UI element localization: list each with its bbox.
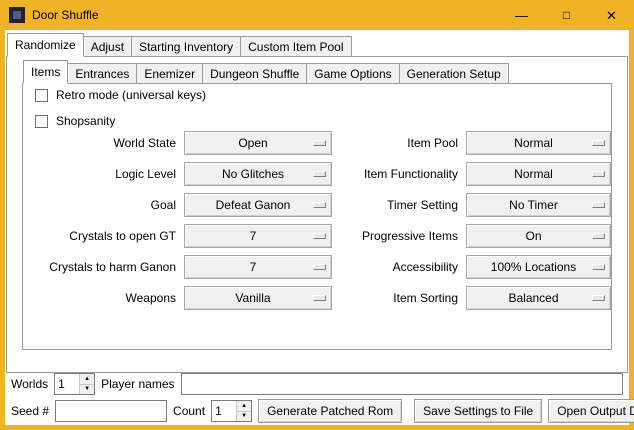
worlds-spin-arrows: ▲ ▼ [79, 374, 94, 394]
tab-game-options[interactable]: Game Options [306, 63, 399, 84]
count-spinner: ▲ ▼ [211, 400, 252, 422]
dropdown-indicator-icon [313, 295, 326, 301]
dropdown-indicator-icon [313, 233, 326, 239]
seed-row: Seed # Count ▲ ▼ Generate Patched Rom Sa… [11, 399, 623, 423]
item-functionality-label: Item Functionality [337, 167, 461, 181]
open-output-directory-button[interactable]: Open Output Directory [548, 399, 634, 423]
accessibility-dropdown[interactable]: 100% Locations [466, 255, 611, 279]
worlds-label: Worlds [11, 377, 48, 391]
worlds-row: Worlds ▲ ▼ Player names [11, 372, 623, 396]
dropdown-indicator-icon [592, 295, 605, 301]
tab-starting-inventory[interactable]: Starting Inventory [131, 36, 241, 57]
item-functionality-value: Normal [467, 167, 610, 181]
tab-enemizer[interactable]: Enemizer [136, 63, 203, 84]
progressive-items-value: On [467, 229, 610, 243]
shopsanity-label: Shopsanity [56, 114, 115, 128]
spin-down-icon[interactable]: ▼ [237, 412, 251, 422]
tab-adjust[interactable]: Adjust [83, 36, 132, 57]
tab-items[interactable]: Items [23, 60, 68, 84]
tab-custom-item-pool[interactable]: Custom Item Pool [240, 36, 351, 57]
goal-dropdown[interactable]: Defeat Ganon [184, 193, 332, 217]
crystals-ganon-label: Crystals to harm Ganon [27, 260, 179, 274]
shopsanity-row: Shopsanity [35, 114, 115, 128]
crystals-gt-value: 7 [185, 229, 331, 243]
count-input[interactable] [212, 401, 236, 421]
world-state-label: World State [27, 136, 179, 150]
seed-input[interactable] [55, 400, 167, 422]
item-pool-label: Item Pool [337, 136, 461, 150]
item-functionality-dropdown[interactable]: Normal [466, 162, 611, 186]
player-names-input[interactable] [181, 373, 624, 395]
retro-mode-row: Retro mode (universal keys) [35, 88, 206, 102]
progressive-items-label: Progressive Items [337, 229, 461, 243]
app-window: Door Shuffle — □ ✕ Randomize Adjust Star… [0, 0, 634, 430]
item-sorting-label: Item Sorting [337, 291, 461, 305]
seed-label: Seed # [11, 404, 49, 418]
sub-tabbar: Items Entrances Enemizer Dungeon Shuffle… [23, 60, 509, 84]
tab-randomize[interactable]: Randomize [7, 33, 84, 57]
spin-down-icon[interactable]: ▼ [80, 385, 94, 395]
dropdown-indicator-icon [592, 264, 605, 270]
dropdown-indicator-icon [313, 264, 326, 270]
generate-patched-rom-button[interactable]: Generate Patched Rom [258, 399, 402, 423]
retro-mode-label: Retro mode (universal keys) [56, 88, 206, 102]
client-area: Randomize Adjust Starting Inventory Cust… [5, 30, 629, 425]
title-bar[interactable]: Door Shuffle — □ ✕ [0, 0, 634, 30]
count-label: Count [173, 404, 205, 418]
weapons-dropdown[interactable]: Vanilla [184, 286, 332, 310]
timer-setting-dropdown[interactable]: No Timer [466, 193, 611, 217]
shopsanity-checkbox[interactable] [35, 115, 48, 128]
window-title: Door Shuffle [32, 8, 99, 22]
options-grid: World State Open Item Pool Normal Logic … [27, 127, 611, 313]
weapons-value: Vanilla [185, 291, 331, 305]
dropdown-indicator-icon [592, 202, 605, 208]
timer-setting-label: Timer Setting [337, 198, 461, 212]
save-settings-button[interactable]: Save Settings to File [414, 399, 542, 423]
spin-up-icon[interactable]: ▲ [237, 401, 251, 412]
crystals-gt-label: Crystals to open GT [27, 229, 179, 243]
accessibility-label: Accessibility [337, 260, 461, 274]
logic-level-dropdown[interactable]: No Glitches [184, 162, 332, 186]
accessibility-value: 100% Locations [467, 260, 610, 274]
dropdown-indicator-icon [313, 140, 326, 146]
dropdown-indicator-icon [313, 202, 326, 208]
logic-level-label: Logic Level [27, 167, 179, 181]
retro-mode-checkbox[interactable] [35, 89, 48, 102]
worlds-spinner: ▲ ▼ [54, 373, 95, 395]
world-state-value: Open [185, 136, 331, 150]
close-icon: ✕ [606, 9, 617, 22]
crystals-ganon-dropdown[interactable]: 7 [184, 255, 332, 279]
dropdown-indicator-icon [592, 233, 605, 239]
dropdown-indicator-icon [592, 171, 605, 177]
crystals-ganon-value: 7 [185, 260, 331, 274]
goal-value: Defeat Ganon [185, 198, 331, 212]
world-state-dropdown[interactable]: Open [184, 131, 332, 155]
spin-up-icon[interactable]: ▲ [80, 374, 94, 385]
progressive-items-dropdown[interactable]: On [466, 224, 611, 248]
minimize-icon: — [515, 9, 528, 22]
item-sorting-value: Balanced [467, 291, 610, 305]
main-tabbar: Randomize Adjust Starting Inventory Cust… [7, 33, 352, 57]
minimize-button[interactable]: — [499, 0, 544, 30]
logic-level-value: No Glitches [185, 167, 331, 181]
close-button[interactable]: ✕ [589, 0, 634, 30]
worlds-input[interactable] [55, 374, 79, 394]
item-pool-dropdown[interactable]: Normal [466, 131, 611, 155]
goal-label: Goal [27, 198, 179, 212]
player-names-label: Player names [101, 377, 174, 391]
tab-entrances[interactable]: Entrances [67, 63, 137, 84]
dropdown-indicator-icon [313, 171, 326, 177]
crystals-gt-dropdown[interactable]: 7 [184, 224, 332, 248]
weapons-label: Weapons [27, 291, 179, 305]
maximize-icon: □ [563, 9, 570, 21]
item-sorting-dropdown[interactable]: Balanced [466, 286, 611, 310]
count-spin-arrows: ▲ ▼ [236, 401, 251, 421]
item-pool-value: Normal [467, 136, 610, 150]
maximize-button[interactable]: □ [544, 0, 589, 30]
tab-generation-setup[interactable]: Generation Setup [399, 63, 509, 84]
tab-dungeon-shuffle[interactable]: Dungeon Shuffle [202, 63, 307, 84]
dropdown-indicator-icon [592, 140, 605, 146]
timer-setting-value: No Timer [467, 198, 610, 212]
app-icon [9, 7, 25, 23]
